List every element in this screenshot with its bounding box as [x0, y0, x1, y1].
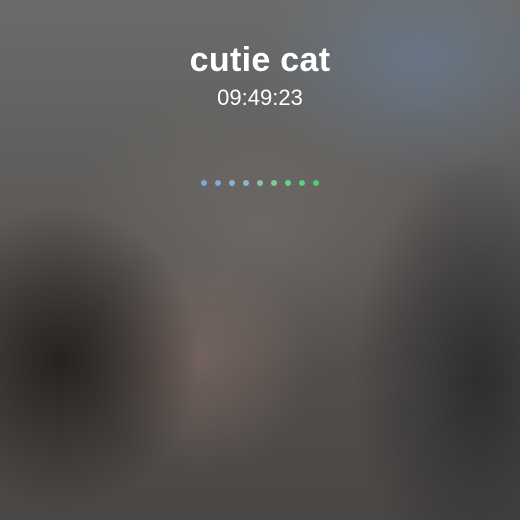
- indicator-dot: [299, 180, 305, 186]
- indicator-dot: [229, 180, 235, 186]
- caller-name: cutie cat: [189, 41, 331, 79]
- connection-indicator: [0, 180, 520, 186]
- indicator-dot: [313, 180, 319, 186]
- call-header: cutie cat 09:49:23: [0, 38, 520, 112]
- call-timer: 09:49:23: [217, 85, 303, 110]
- indicator-dot: [271, 180, 277, 186]
- indicator-dot: [201, 180, 207, 186]
- indicator-dot: [285, 180, 291, 186]
- video-call-screen[interactable]: cutie cat 09:49:23: [0, 0, 520, 520]
- indicator-dot: [243, 180, 249, 186]
- indicator-dot: [215, 180, 221, 186]
- indicator-dot: [257, 180, 263, 186]
